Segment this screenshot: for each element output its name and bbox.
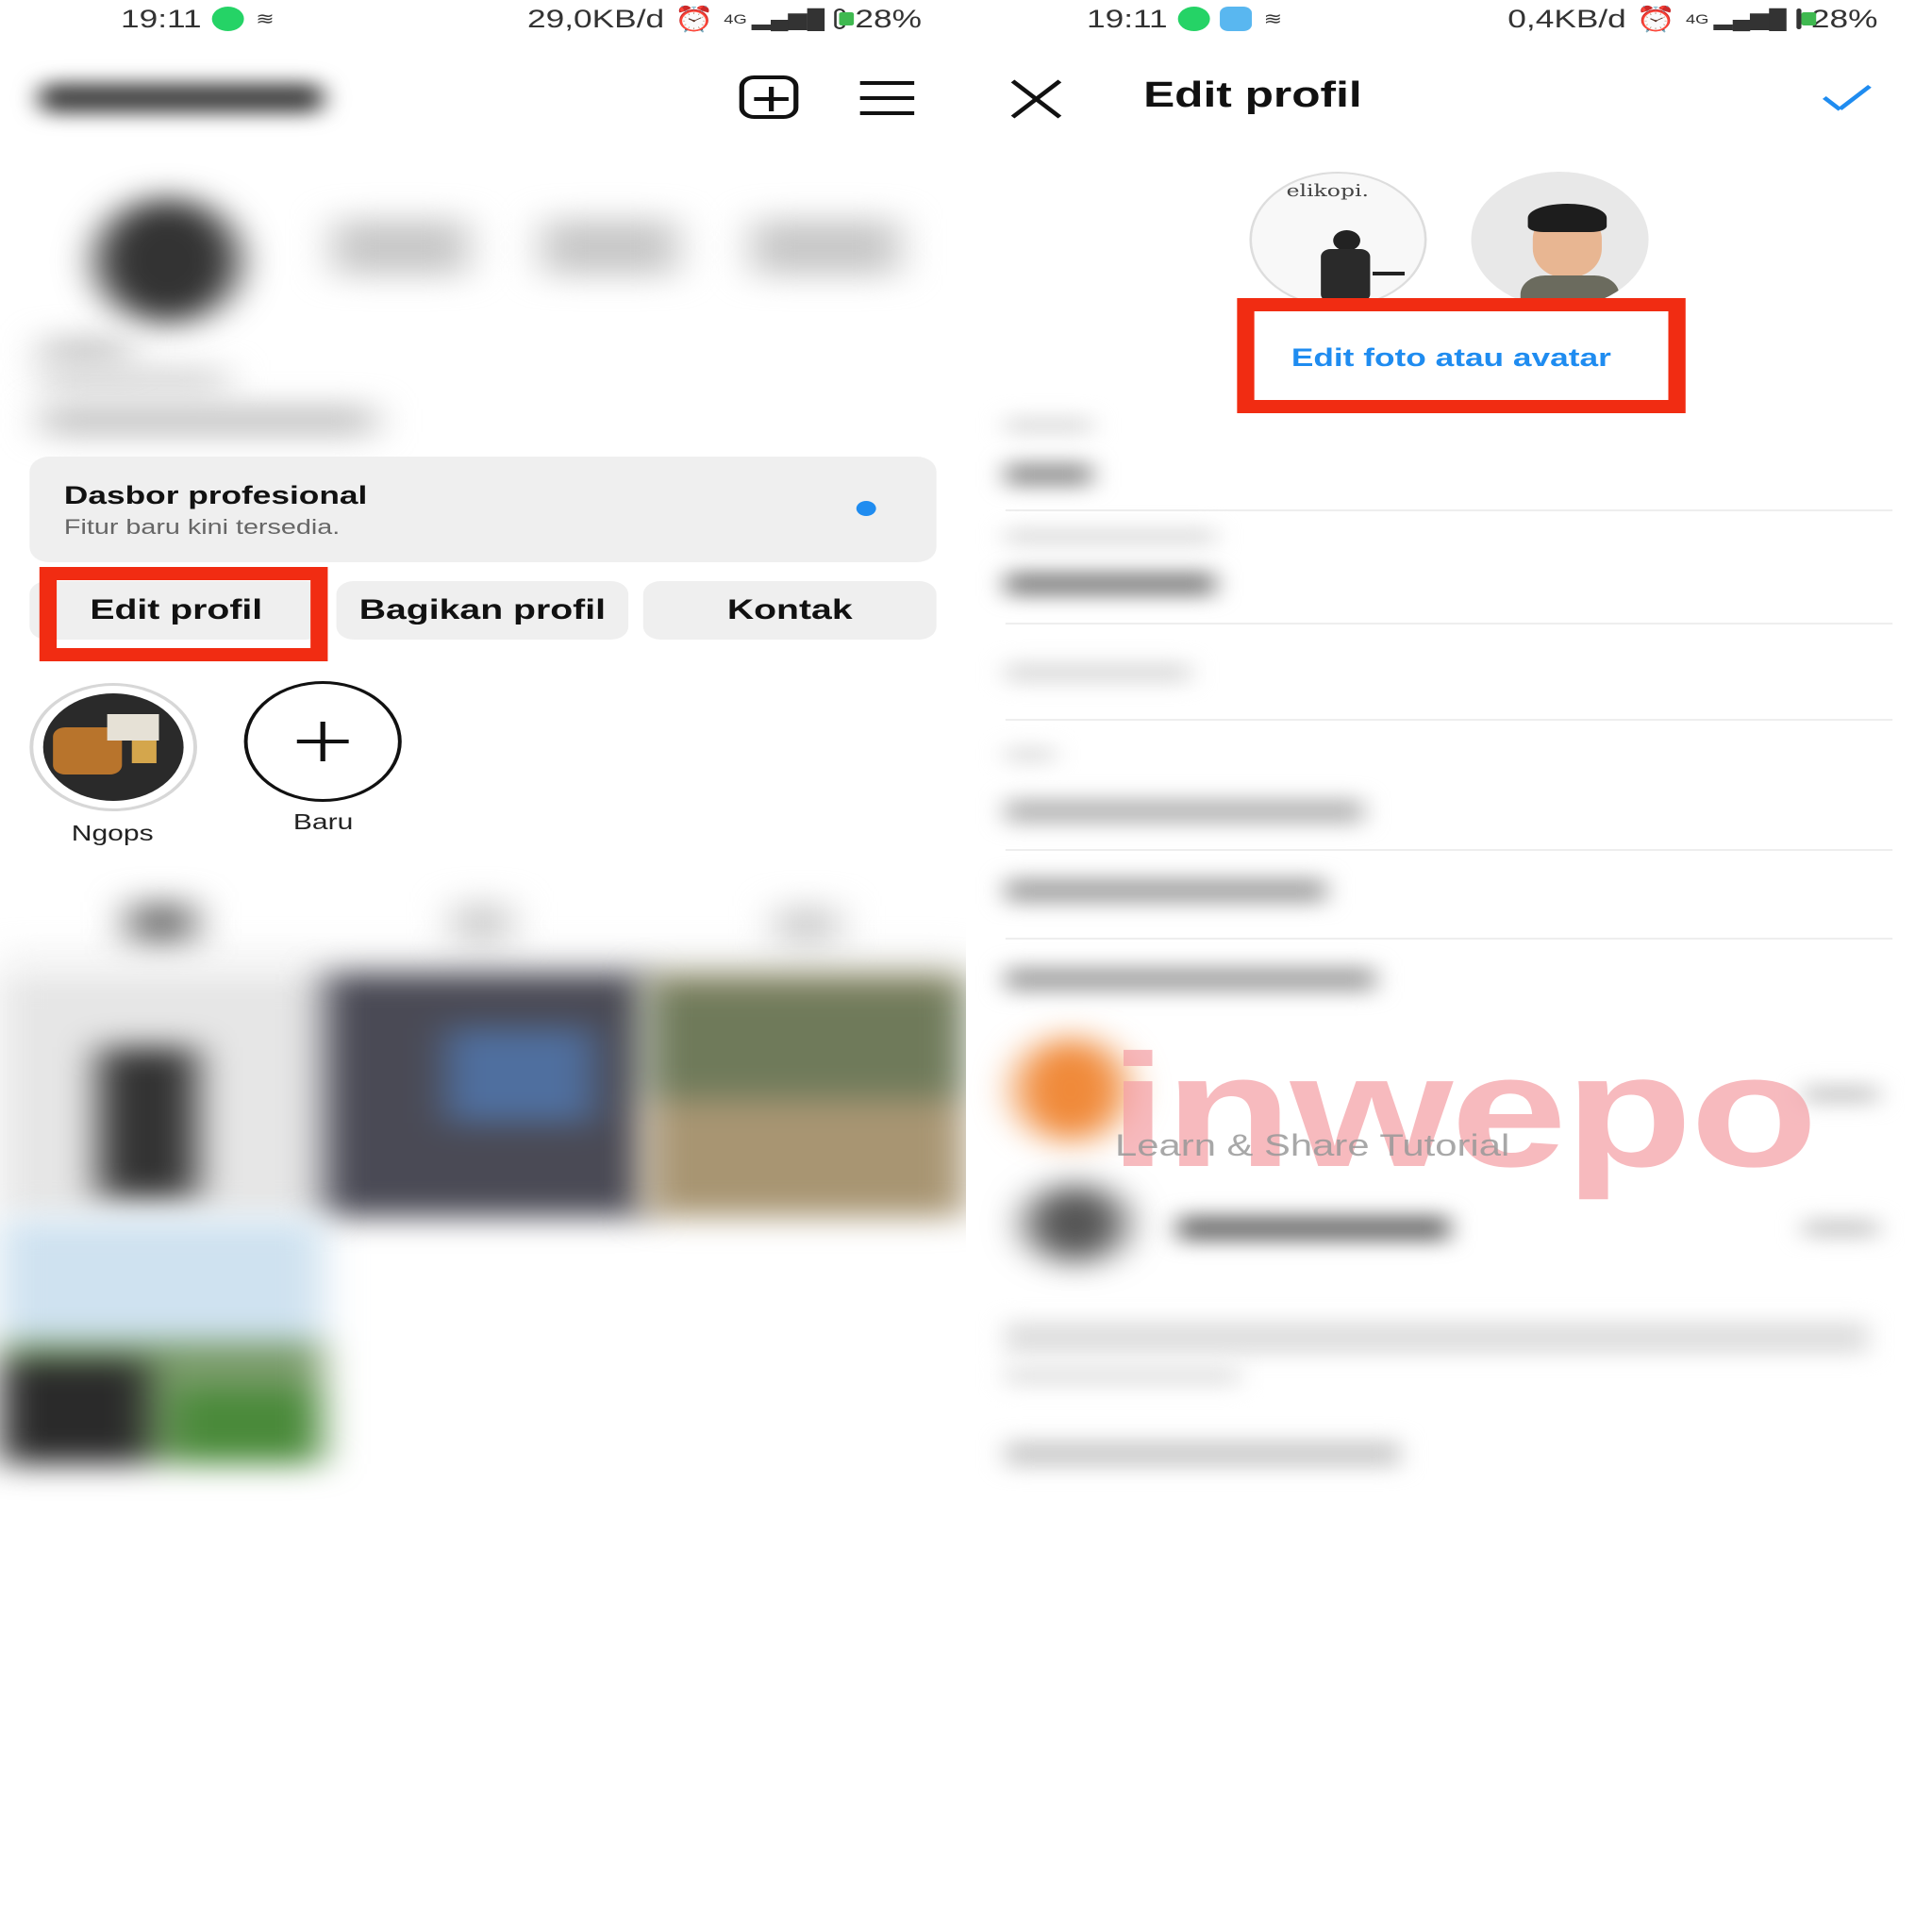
username-field-label-blurred	[1005, 528, 1215, 545]
network-speed-2: 0,4KB/d	[1507, 4, 1626, 33]
tab-divider	[0, 953, 966, 958]
bio-field-blurred[interactable]	[1005, 798, 1363, 824]
stage: 19:11 ≋ 29,0KB/d ⏰ 4G ▂▄▆█ 28% Dasbor pr…	[0, 0, 1932, 1932]
username-blurred	[39, 83, 324, 113]
contact-button[interactable]: Kontak	[642, 581, 937, 640]
hamburger-menu-icon[interactable]	[859, 79, 915, 117]
battery-level-2: 28%	[1810, 4, 1878, 33]
status-bar-left-2: 19:11 ≋	[1087, 0, 1333, 38]
new-indicator-dot	[856, 501, 876, 516]
highlight-ngops-image	[42, 693, 184, 801]
bio-line-blurred	[42, 370, 227, 391]
personal-info-blurred[interactable]	[1005, 1440, 1400, 1468]
field-divider-2	[1005, 623, 1893, 625]
pronouns-field-blurred[interactable]	[1005, 662, 1191, 683]
page-title: Edit profil	[1143, 75, 1362, 115]
signal-icon: ▂▄▆█	[751, 8, 825, 30]
post-thumb-1[interactable]	[0, 972, 324, 1217]
username-field-blurred[interactable]	[1005, 572, 1215, 596]
followers-stat-blurred	[541, 219, 678, 275]
posts-stat-blurred	[332, 219, 469, 275]
watermark-brand: inwepo	[1108, 1022, 1819, 1201]
notification-icon: ≋	[256, 8, 275, 28]
info-text-blurred	[1005, 1321, 1869, 1355]
status-bar-left: 19:11 ≋	[121, 0, 330, 38]
edit-profile-screen: 19:11 ≋ 0,4KB/d ⏰ 4G ▂▄▆█ 28% Edit profi…	[965, 0, 1932, 1932]
status-bar-right: 29,0KB/d ⏰ 4G ▂▄▆█ 28%	[527, 0, 922, 38]
post-thumb-3[interactable]	[645, 972, 966, 1217]
highlight-box-edit-profile	[39, 567, 328, 661]
bio-field-label-blurred	[1005, 747, 1056, 762]
following-stat-blurred	[751, 219, 900, 275]
alarm-icon: ⏰	[674, 4, 714, 33]
side-label-blurred-2	[1804, 1219, 1878, 1238]
name-field-blurred[interactable]	[1005, 462, 1092, 487]
profile-screen: 19:11 ≋ 29,0KB/d ⏰ 4G ▂▄▆█ 28% Dasbor pr…	[0, 0, 966, 1932]
network-speed: 29,0KB/d	[527, 4, 665, 33]
notification-icon-2: ≋	[1263, 8, 1283, 28]
field-divider-4	[1005, 849, 1893, 851]
post-thumb-4[interactable]	[0, 1219, 324, 1464]
whatsapp-icon-2	[1177, 7, 1210, 31]
network-type: 4G	[724, 11, 747, 26]
grid-tab-blurred[interactable]	[127, 902, 195, 945]
reels-tab-blurred[interactable]	[453, 902, 510, 945]
status-bar-right-2: 0,4KB/d ⏰ 4G ▂▄▆█ 28%	[1507, 0, 1878, 38]
check-icon[interactable]	[1816, 74, 1873, 117]
name-field-label-blurred	[1005, 417, 1092, 434]
highlight-ngops-label: Ngops	[71, 821, 154, 845]
post-thumb-2[interactable]	[323, 972, 646, 1217]
profile-photo-caption: elikopi.	[1286, 181, 1369, 201]
battery-icon	[834, 8, 855, 29]
new-highlight-button[interactable]	[243, 681, 402, 802]
plus-square-icon[interactable]	[739, 75, 799, 119]
field-divider	[1005, 509, 1893, 511]
signal-icon-2: ▂▄▆█	[1713, 8, 1787, 30]
dashboard-subtitle: Fitur baru kini tersedia.	[63, 515, 341, 539]
share-profile-button[interactable]: Bagikan profil	[336, 581, 629, 640]
field-divider-5	[1005, 938, 1893, 940]
whatsapp-icon	[211, 7, 244, 31]
bio-link-blurred	[42, 408, 375, 434]
alarm-icon-2: ⏰	[1636, 4, 1676, 33]
info-text-blurred-2	[1005, 1364, 1240, 1387]
highlight-new-label: Baru	[292, 809, 354, 834]
status-time-2: 19:11	[1086, 4, 1168, 33]
edit-photo-link[interactable]: Edit foto atau avatar	[1291, 343, 1611, 373]
dashboard-title: Dasbor profesional	[63, 481, 368, 509]
network-type-2: 4G	[1685, 11, 1709, 26]
account-name-blurred	[1177, 1215, 1449, 1241]
add-banner-blurred[interactable]	[1005, 966, 1375, 992]
highlight-ngops[interactable]	[29, 683, 197, 811]
add-link-blurred[interactable]	[1005, 877, 1326, 904]
watermark-tagline: Learn & Share Tutorial	[1115, 1128, 1510, 1162]
app-notification-icon	[1219, 7, 1252, 31]
avatar-image[interactable]	[1471, 172, 1649, 308]
tagged-tab-blurred[interactable]	[775, 906, 839, 945]
screen: 19:11 ≋ 29,0KB/d ⏰ 4G ▂▄▆█ 28% Dasbor pr…	[0, 0, 1932, 1932]
close-icon[interactable]	[1008, 77, 1064, 121]
status-time: 19:11	[120, 4, 202, 33]
profile-avatar-blurred	[95, 198, 240, 323]
name-blurred	[42, 340, 128, 362]
battery-level: 28%	[855, 4, 922, 33]
field-divider-3	[1005, 719, 1893, 721]
profile-photo[interactable]: elikopi.	[1249, 172, 1427, 308]
battery-icon-2	[1796, 8, 1817, 29]
